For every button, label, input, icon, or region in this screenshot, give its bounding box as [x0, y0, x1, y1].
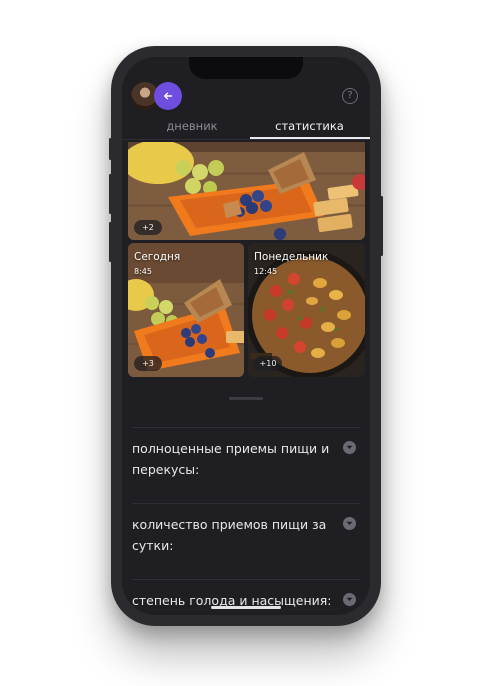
chevron-down-icon[interactable]: [343, 517, 356, 530]
meal-photo-top[interactable]: +2: [128, 142, 365, 240]
card-day-title: Понедельник: [254, 251, 329, 263]
meal-photo-image: [128, 142, 365, 240]
silent-switch: [109, 138, 112, 160]
photo-count-badge: +2: [134, 220, 162, 235]
tab-statistics[interactable]: статистика: [257, 116, 362, 136]
accordion-item-meals-per-day[interactable]: количество приемов пищи за сутки:: [132, 503, 360, 580]
statistics-panel: полноценные приемы пищи и перекусы: коли…: [122, 403, 370, 615]
arrow-left-icon: [164, 92, 173, 100]
phone-frame: ? дневник статистика +2 Сегодня 8:45 +3 …: [109, 46, 383, 626]
active-tab-indicator: [250, 137, 370, 139]
help-button[interactable]: ?: [342, 88, 358, 104]
accordion-label: полноценные приемы пищи и перекусы:: [132, 441, 330, 477]
app-screen: ? дневник статистика +2 Сегодня 8:45 +3 …: [122, 57, 370, 615]
notch: [189, 57, 303, 79]
volume-down-button: [109, 222, 112, 262]
accordion-label: количество приемов пищи за сутки:: [132, 517, 327, 553]
back-button[interactable]: [154, 82, 182, 110]
meal-card-today[interactable]: Сегодня 8:45 +3: [128, 243, 244, 377]
card-time: 12:45: [254, 267, 278, 276]
card-day-title: Сегодня: [134, 251, 181, 263]
chevron-down-icon[interactable]: [343, 593, 356, 606]
tab-diary[interactable]: дневник: [142, 116, 242, 136]
volume-up-button: [109, 174, 112, 214]
photo-count-badge: +10: [254, 356, 282, 371]
home-indicator[interactable]: [211, 606, 281, 609]
meal-card-monday[interactable]: Понедельник 12:45 +10: [248, 243, 365, 377]
photo-count-badge: +3: [134, 356, 162, 371]
chevron-down-icon[interactable]: [343, 441, 356, 454]
chevron-glyph: [346, 521, 353, 525]
chevron-glyph: [346, 597, 353, 601]
accordion-item-meals-snacks[interactable]: полноценные приемы пищи и перекусы:: [132, 427, 360, 504]
chevron-glyph: [346, 445, 353, 449]
accordion-item-hunger-satiety[interactable]: степень голода и насыщения:: [132, 579, 360, 615]
question-icon: ?: [347, 90, 353, 101]
sheet-drag-handle[interactable]: [229, 397, 263, 400]
card-time: 8:45: [134, 267, 152, 276]
tab-divider: [122, 139, 370, 140]
power-button: [380, 196, 383, 256]
